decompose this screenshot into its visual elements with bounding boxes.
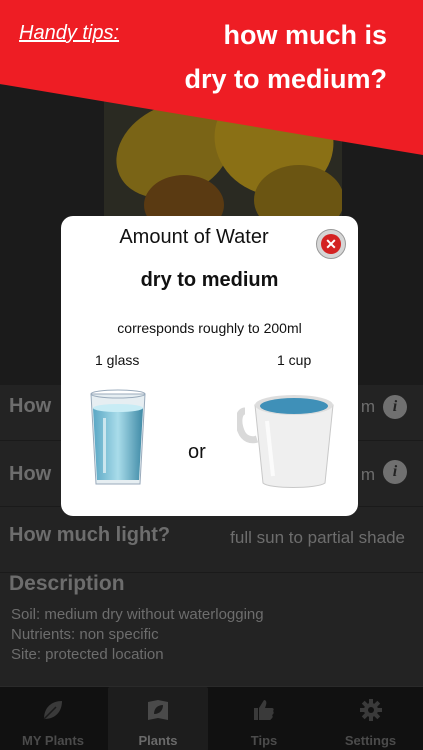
banner-question-line2: dry to medium? (184, 64, 387, 94)
row-label: How (9, 463, 52, 485)
glass-label: 1 glass (95, 352, 140, 368)
tab-plants[interactable]: Plants (108, 687, 208, 750)
tab-tips[interactable]: Tips (212, 687, 316, 750)
row-value: full sun to partial shade (230, 528, 405, 547)
tab-my-plants[interactable]: MY Plants (0, 687, 106, 750)
row-label: How much light? (9, 524, 171, 546)
water-amount-value: dry to medium (140, 269, 279, 291)
tab-settings[interactable]: Settings (318, 687, 423, 750)
close-button[interactable]: ✕ (316, 229, 346, 259)
cup-of-water-image (237, 395, 334, 488)
modal-title: Amount of Water (119, 226, 269, 248)
or-label: or (188, 441, 206, 463)
leaf-icon (43, 701, 62, 720)
glass-of-water-image (90, 389, 146, 485)
description-line: Nutrients: non specific (11, 626, 159, 643)
close-icon: ✕ (321, 234, 341, 254)
thumbs-up-icon (254, 700, 274, 720)
handy-tips-label: Handy tips: (19, 22, 120, 44)
cup-label: 1 cup (277, 352, 312, 368)
water-amount-modal: Amount of Water ✕ dry to medium correspo… (61, 216, 358, 516)
tab-label: Tips (250, 733, 278, 748)
tab-label: MY Plants (22, 733, 84, 748)
info-row-light: How much light? full sun to partial shad… (0, 507, 423, 573)
description-heading: Description (9, 572, 125, 595)
tab-bar: MY Plants Plants Tips Settings (0, 686, 423, 750)
row-value: m (360, 397, 375, 416)
tab-label: Plants (138, 733, 178, 748)
info-icon[interactable]: i (383, 395, 407, 419)
plant-book-icon (148, 700, 168, 720)
description-line: Site: protected location (11, 646, 164, 663)
corresponds-text: corresponds roughly to 200ml (117, 320, 302, 336)
info-icon[interactable]: i (383, 460, 407, 484)
row-label: How (9, 395, 52, 417)
row-value: m (360, 465, 375, 484)
gear-icon (359, 699, 382, 721)
tips-banner: Handy tips: how much is dry to medium? (0, 0, 423, 160)
tab-label: Settings (344, 733, 397, 748)
description-line: Soil: medium dry without waterlogging (11, 606, 264, 623)
banner-question-line1: how much is (223, 20, 387, 50)
